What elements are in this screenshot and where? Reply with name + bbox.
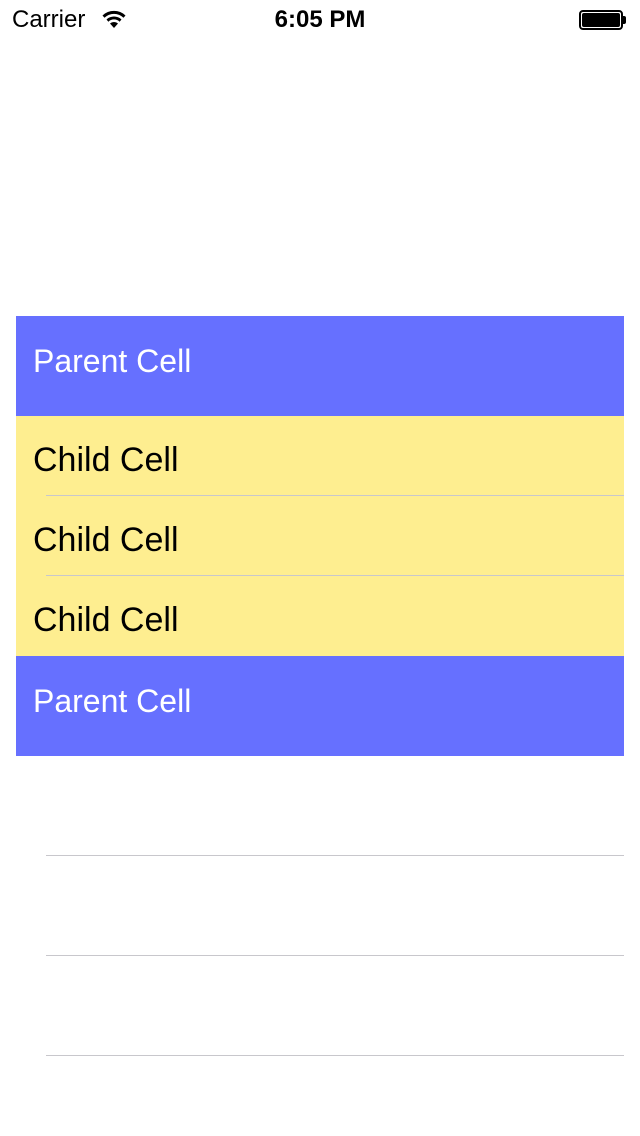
empty-row <box>16 956 624 1056</box>
child-cell[interactable]: Child Cell <box>16 576 624 656</box>
child-cell-label: Child Cell <box>33 521 179 559</box>
empty-row <box>16 756 624 856</box>
battery-icon <box>579 10 627 30</box>
parent-cell-label: Parent Cell <box>33 683 192 719</box>
expandable-table: Parent Cell Child Cell Child Cell Child … <box>0 316 640 1056</box>
parent-cell[interactable]: Parent Cell <box>16 316 624 416</box>
child-cell-label: Child Cell <box>33 601 179 639</box>
status-time: 6:05 PM <box>274 6 366 33</box>
parent-cell-label: Parent Cell <box>33 343 192 379</box>
child-cell[interactable]: Child Cell <box>16 416 624 496</box>
empty-row <box>16 856 624 956</box>
child-cell-label: Child Cell <box>33 441 179 479</box>
child-cell[interactable]: Child Cell <box>16 496 624 576</box>
status-bar: Carrier 6:05 PM <box>0 0 640 40</box>
parent-cell[interactable]: Parent Cell <box>16 656 624 756</box>
